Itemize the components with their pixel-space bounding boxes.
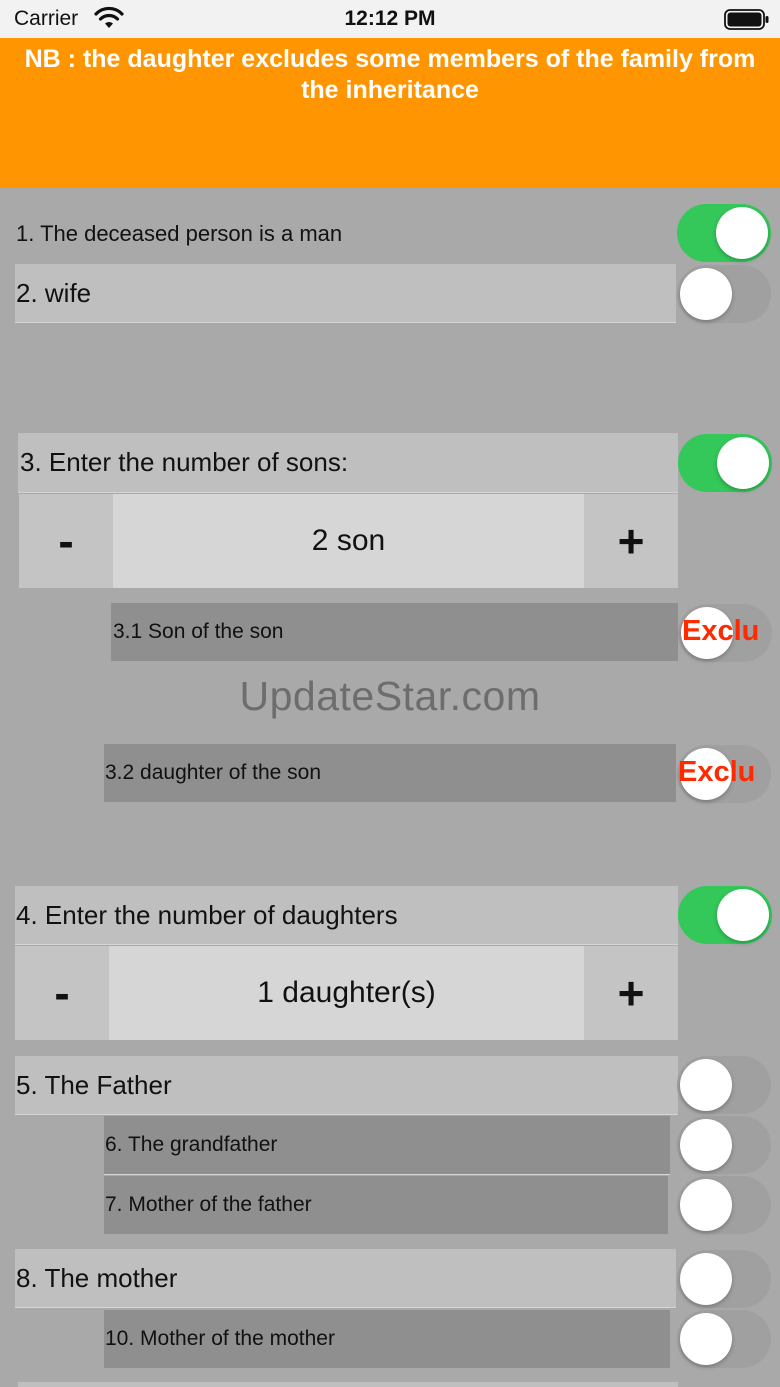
row-label: 10. Mother of the mother — [105, 1327, 335, 1350]
son-of-son-excluded-label: Exclu — [682, 615, 760, 647]
mother-toggle[interactable] — [677, 1250, 771, 1308]
row-sons: 3. Enter the number of sons: — [18, 433, 678, 493]
toggle-knob — [680, 1059, 732, 1111]
daughter-of-son-excluded-label: Exclu — [678, 756, 756, 788]
toggle-knob — [680, 1119, 732, 1171]
row-daughter-of-son: 3.2 daughter of the son — [104, 744, 676, 802]
row-label: 3. Enter the number of sons: — [20, 447, 349, 477]
battery-icon — [724, 9, 769, 30]
daughters-decrement-button[interactable]: - — [15, 946, 109, 1040]
grandfather-toggle[interactable] — [677, 1116, 771, 1174]
deceased-man-toggle[interactable] — [677, 204, 771, 262]
row-label: 8. The mother — [16, 1262, 178, 1293]
row-mother: 8. The mother — [15, 1249, 676, 1308]
sons-increment-button[interactable]: + — [584, 494, 678, 588]
sons-count-value: 2 son — [113, 494, 584, 588]
row-label: 5. The Father — [16, 1069, 172, 1100]
row-label: 6. The grandfather — [105, 1133, 278, 1156]
daughters-increment-button[interactable]: + — [584, 946, 678, 1040]
mother-of-mother-toggle[interactable] — [677, 1310, 771, 1368]
row-son-of-son: 3.1 Son of the son — [111, 603, 678, 661]
father-toggle[interactable] — [677, 1056, 771, 1114]
toggle-knob — [680, 1313, 732, 1365]
toggle-knob — [716, 207, 768, 259]
daughters-count-value: 1 daughter(s) — [109, 946, 584, 1040]
toggle-knob — [680, 1253, 732, 1305]
sons-decrement-button[interactable]: - — [19, 494, 113, 588]
toggle-knob — [680, 268, 732, 320]
row-deceased-man: 1. The deceased person is a man — [16, 212, 656, 256]
daughters-toggle[interactable] — [678, 886, 772, 944]
row-label: 7. Mother of the father — [105, 1193, 312, 1216]
row-mother-of-father: 7. Mother of the father — [104, 1176, 668, 1234]
row-mother-of-mother: 10. Mother of the mother — [104, 1310, 670, 1368]
toggle-knob — [680, 1179, 732, 1231]
row-grandfather: 6. The grandfather — [104, 1116, 670, 1175]
row-label: 3.2 daughter of the son — [105, 761, 321, 784]
mother-of-father-toggle[interactable] — [677, 1176, 771, 1234]
row-next-partial — [18, 1382, 678, 1387]
row-father: 5. The Father — [15, 1056, 678, 1115]
row-daughters: 4. Enter the number of daughters — [15, 886, 678, 945]
row-label: 1. The deceased person is a man — [16, 221, 343, 246]
status-time: 12:12 PM — [344, 7, 436, 30]
row-label: 2. wife — [16, 277, 92, 308]
row-label: 3.1 Son of the son — [113, 620, 284, 643]
notice-banner-text: NB : the daughter excludes some members … — [24, 45, 756, 104]
row-wife: 2. wife — [15, 264, 676, 323]
toggle-knob — [717, 889, 769, 941]
watermark: UpdateStar.com — [239, 673, 541, 719]
toggle-knob — [717, 437, 769, 489]
wife-toggle[interactable] — [677, 265, 771, 323]
row-label: 4. Enter the number of daughters — [16, 899, 398, 930]
sons-toggle[interactable] — [678, 434, 772, 492]
